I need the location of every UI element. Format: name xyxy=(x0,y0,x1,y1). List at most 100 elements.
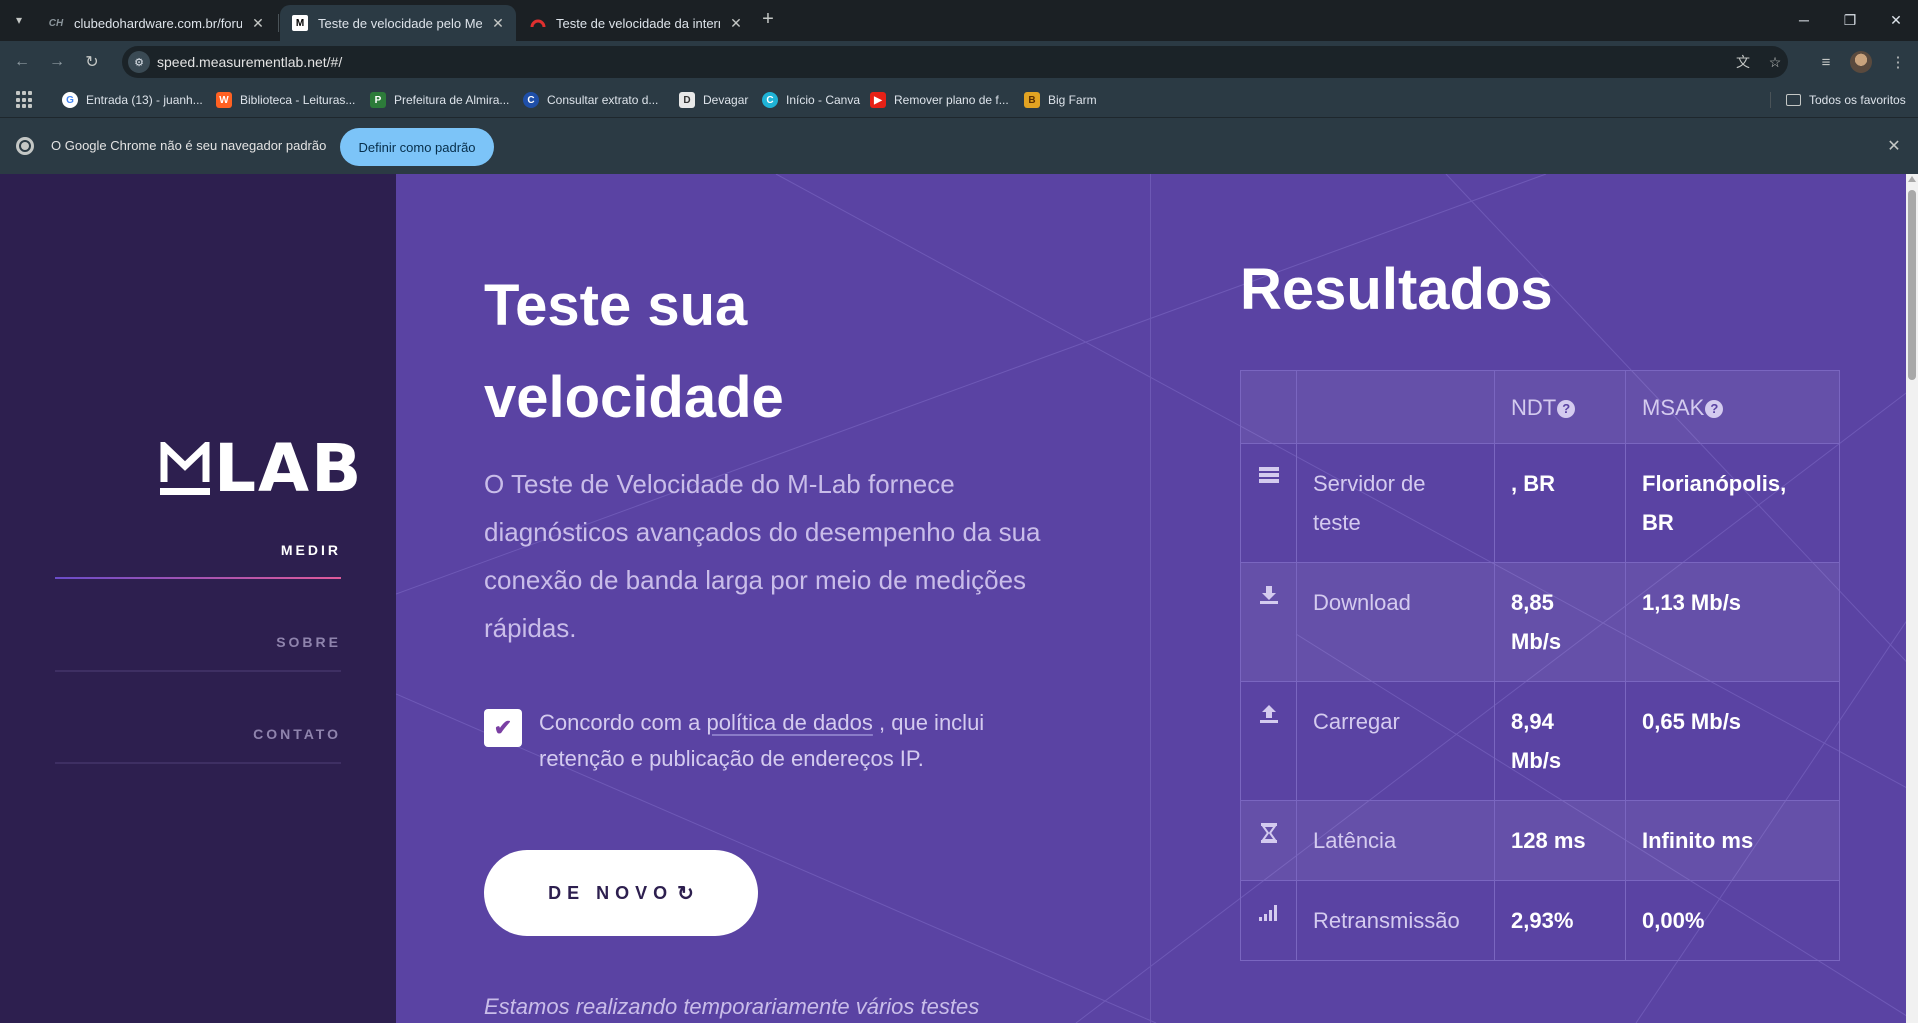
forward-button[interactable]: → xyxy=(45,50,69,74)
scroll-up-icon[interactable] xyxy=(1908,176,1916,182)
download-icon xyxy=(1240,562,1297,682)
run-again-label: DE NOVO xyxy=(548,882,674,903)
bookmark-devagar[interactable]: D Devagar xyxy=(679,90,748,110)
reload-button[interactable]: ↻ xyxy=(80,50,104,74)
temporary-notice: Estamos realizando temporariamente vário… xyxy=(484,994,980,1019)
bookmark-bigfarm[interactable]: B Big Farm xyxy=(1024,90,1097,110)
youtube-icon: ▶ xyxy=(870,92,886,108)
ndt-value: 8,85 Mb/s xyxy=(1494,562,1626,682)
media-controls-icon[interactable]: ≡ xyxy=(1814,50,1838,74)
msak-value: 0,00% xyxy=(1625,880,1840,961)
page-scrollbar[interactable] xyxy=(1906,174,1918,1023)
ndt-value: 2,93% xyxy=(1494,880,1626,961)
scrollbar-thumb[interactable] xyxy=(1908,190,1916,380)
translate-icon[interactable]: 文 xyxy=(1733,52,1753,72)
nav-active-underline xyxy=(55,577,341,579)
title-line-2: velocidade xyxy=(484,365,784,430)
arrow-left-icon: ← xyxy=(14,53,30,70)
row-label: Carregar xyxy=(1296,681,1495,801)
bookmarks-separator xyxy=(1770,92,1771,108)
chevron-down-icon: ▾ xyxy=(15,13,23,27)
consultar-icon: C xyxy=(523,92,539,108)
help-icon[interactable]: ? xyxy=(1705,399,1724,418)
bookmark-label: Entrada (13) - juanh... xyxy=(86,93,203,107)
star-icon[interactable]: ☆ xyxy=(1765,52,1785,72)
restore-icon: ❐ xyxy=(1843,11,1857,28)
nav-medir[interactable]: MEDIR xyxy=(55,542,341,558)
bookmark-canva[interactable]: C Início - Canva xyxy=(762,90,860,110)
tab-title: Teste de velocidade da internet xyxy=(556,15,720,31)
folder-icon xyxy=(1786,94,1801,106)
bookmark-label: Devagar xyxy=(703,93,749,107)
ndt-value: 128 ms xyxy=(1494,800,1626,881)
ndt-value: 8,94 Mb/s xyxy=(1494,681,1626,801)
hourglass-icon xyxy=(1240,800,1297,881)
mlab-logo[interactable]: LAB xyxy=(160,436,363,502)
results-title: Resultados xyxy=(1240,257,1553,322)
minimize-button[interactable]: ─ xyxy=(1792,8,1816,32)
prefeitura-icon: P xyxy=(370,92,386,108)
nav-divider xyxy=(55,670,341,672)
tab-separator xyxy=(278,14,279,32)
msak-value: Infinito ms xyxy=(1625,800,1840,881)
bookmark-gmail[interactable]: G Entrada (13) - juanh... xyxy=(62,90,203,110)
data-policy-link[interactable]: política de dados xyxy=(707,710,873,735)
back-button[interactable]: ← xyxy=(10,50,34,74)
table-row: Carregar 8,94 Mb/s 0,65 Mb/s xyxy=(1240,681,1840,801)
header-ndt: NDT? xyxy=(1494,370,1626,444)
close-window-button[interactable]: ✕ xyxy=(1884,8,1908,32)
row-label: Retransmissão xyxy=(1296,880,1495,961)
tab-search-button[interactable]: ▾ xyxy=(6,8,32,32)
main-panel: Teste sua velocidade O Teste de Velocida… xyxy=(396,174,1918,1023)
bookmark-prefeitura[interactable]: P Prefeitura de Almira... xyxy=(370,90,509,110)
upload-icon xyxy=(1240,681,1297,801)
refresh-icon: ↻ xyxy=(677,882,694,905)
nav-contato[interactable]: CONTATO xyxy=(55,726,341,742)
tab-clubedohardware[interactable]: CH clubedohardware.com.br/forum ✕ xyxy=(36,5,276,41)
mlab-m-mark xyxy=(160,437,210,496)
tab-mlab[interactable]: M Teste de velocidade pelo Measu ✕ xyxy=(280,5,516,41)
url-text[interactable]: speed.measurementlab.net/#/ xyxy=(157,54,342,70)
msak-value: 0,65 Mb/s xyxy=(1625,681,1840,801)
bookmark-label: Prefeitura de Almira... xyxy=(394,93,510,107)
more-menu-icon[interactable]: ⋮ xyxy=(1886,50,1910,74)
new-tab-button[interactable]: + xyxy=(758,9,778,31)
row-label: Servidor de teste xyxy=(1296,443,1495,563)
bookmark-label: Biblioteca - Leituras... xyxy=(240,93,356,107)
results-table: NDT? MSAK? Servidor de teste , BR Floria… xyxy=(1240,370,1840,961)
bigfarm-icon: B xyxy=(1024,92,1040,108)
avatar[interactable] xyxy=(1850,51,1872,73)
set-default-button[interactable]: Definir como padrão xyxy=(340,128,494,166)
consent-label: Concordo com a política de dados , que i… xyxy=(539,705,1059,777)
help-icon[interactable]: ? xyxy=(1557,399,1576,418)
close-icon: ✕ xyxy=(1890,11,1902,28)
bookmark-consultar[interactable]: C Consultar extrato d... xyxy=(523,90,658,110)
ndt-value: , BR xyxy=(1494,443,1626,563)
page-title: Teste sua velocidade xyxy=(484,260,984,444)
close-icon[interactable]: ✕ xyxy=(1882,134,1906,158)
google-icon: G xyxy=(62,92,78,108)
row-label: Latência xyxy=(1296,800,1495,881)
sidebar: LAB MEDIR SOBRE CONTATO xyxy=(0,174,396,1023)
table-row: Servidor de teste , BR Florianópolis, BR xyxy=(1240,443,1840,563)
column-divider xyxy=(1150,174,1151,1023)
default-browser-infobar: O Google Chrome não é seu navegador padr… xyxy=(0,118,1918,174)
all-bookmarks-button[interactable]: Todos os favoritos xyxy=(1786,90,1906,110)
site-info-button[interactable]: ⚙ xyxy=(128,51,150,73)
tab-speedtest[interactable]: Teste de velocidade da internet ✕ xyxy=(518,5,754,41)
msak-value: 1,13 Mb/s xyxy=(1625,562,1840,682)
close-icon[interactable]: ✕ xyxy=(728,15,744,31)
signal-bars-icon xyxy=(1240,880,1297,961)
table-row: Retransmissão 2,93% 0,00% xyxy=(1240,880,1840,961)
address-bar[interactable]: ⚙ speed.measurementlab.net/#/ 文 ☆ xyxy=(122,46,1788,78)
apps-grid-icon[interactable] xyxy=(16,91,34,109)
restore-button[interactable]: ❐ xyxy=(1838,8,1862,32)
bookmark-wattpad[interactable]: W Biblioteca - Leituras... xyxy=(216,90,355,110)
table-row: Latência 128 ms Infinito ms xyxy=(1240,800,1840,881)
bookmark-youtube[interactable]: ▶ Remover plano de f... xyxy=(870,90,1009,110)
nav-sobre[interactable]: SOBRE xyxy=(55,634,341,650)
consent-checkbox[interactable]: ✔ xyxy=(484,709,522,747)
run-again-button[interactable]: DE NOVO ↻ xyxy=(484,850,758,936)
close-icon[interactable]: ✕ xyxy=(250,15,266,31)
close-icon[interactable]: ✕ xyxy=(490,15,506,31)
